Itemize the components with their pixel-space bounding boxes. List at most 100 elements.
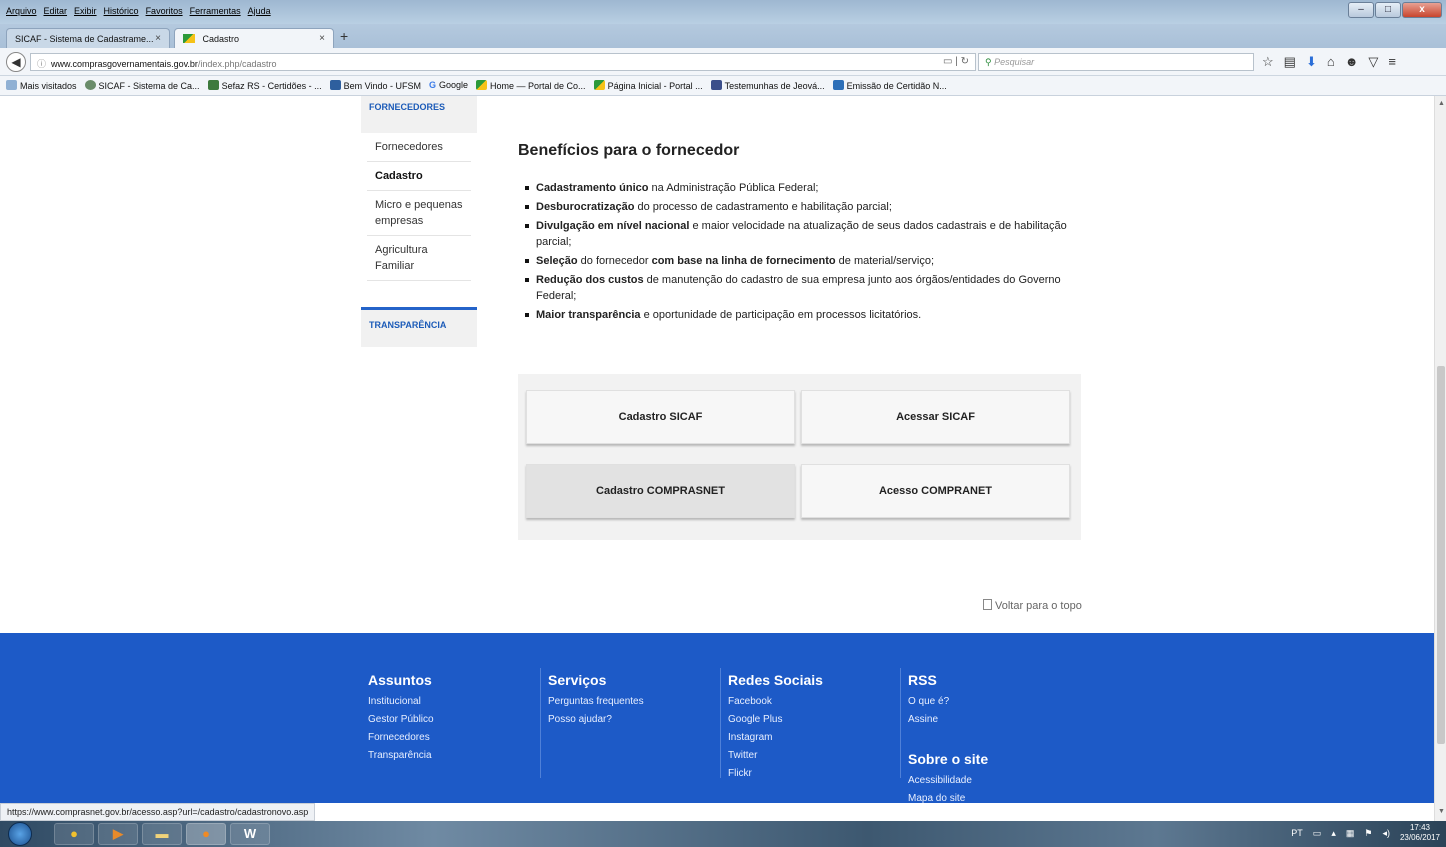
- menu-hamburger-icon[interactable]: ≡: [1388, 54, 1396, 70]
- cadastro-sicaf-button[interactable]: Cadastro SICAF: [526, 390, 795, 444]
- benefit-bold: Desburocratização: [536, 201, 635, 213]
- benefit-text: na Administração Pública Federal;: [648, 182, 819, 194]
- footer-link-fornecedores[interactable]: Fornecedores: [368, 729, 434, 747]
- keyboard-icon[interactable]: ▭: [1313, 828, 1322, 839]
- footer-servicos: Serviços Perguntas frequentes Posso ajud…: [548, 672, 644, 729]
- clock[interactable]: 17:43 23/06/2017: [1400, 823, 1440, 843]
- footer-link-acessibilidade[interactable]: Acessibilidade: [908, 772, 988, 790]
- network-icon[interactable]: ▦: [1346, 828, 1355, 839]
- minimize-button[interactable]: –: [1348, 2, 1374, 18]
- bookmark-mais-visitados[interactable]: Mais visitados: [6, 80, 77, 91]
- footer-link-twitter[interactable]: Twitter: [728, 747, 823, 765]
- footer-sobre: Sobre o site Acessibilidade Mapa do site: [908, 751, 988, 803]
- download-icon[interactable]: ⬇: [1306, 54, 1317, 70]
- cadastro-comprasnet-button[interactable]: Cadastro COMPRASNET: [526, 464, 795, 518]
- back-arrow-icon[interactable]: ◀: [6, 52, 26, 72]
- footer-link-posso-ajudar[interactable]: Posso ajudar?: [548, 711, 644, 729]
- footer-heading: Assuntos: [368, 672, 432, 688]
- bookmark-label: Testemunhas de Jeová...: [724, 81, 825, 91]
- sidebar-header[interactable]: FORNECEDORES: [361, 96, 477, 133]
- tab-label: Cadastro: [202, 34, 240, 44]
- benefit-bold: Cadastramento único: [536, 182, 649, 194]
- footer-link-transparencia[interactable]: Transparência: [368, 747, 434, 765]
- tab-cadastro[interactable]: Cadastro ×: [174, 28, 334, 48]
- pocket-icon[interactable]: ▽: [1368, 54, 1378, 70]
- footer-link-perguntas[interactable]: Perguntas frequentes: [548, 693, 644, 711]
- close-tab-icon[interactable]: ×: [155, 33, 161, 44]
- maximize-button[interactable]: □: [1375, 2, 1401, 18]
- footer-rss: RSS O que é? Assine: [908, 672, 949, 729]
- info-icon[interactable]: ⓘ: [37, 59, 46, 69]
- clock-time: 17:43: [1409, 823, 1430, 832]
- footer-link-institucional[interactable]: Institucional: [368, 693, 434, 711]
- home-icon[interactable]: ⌂: [1327, 54, 1335, 70]
- footer-divider: [900, 668, 901, 778]
- bookmark-sefaz[interactable]: Sefaz RS - Certidões - ...: [207, 80, 322, 91]
- firefox-app-icon[interactable]: ●: [186, 823, 226, 845]
- menu-ajuda[interactable]: Ajuda: [248, 6, 271, 16]
- bookmark-jw[interactable]: Testemunhas de Jeová...: [710, 80, 825, 91]
- word-app-icon[interactable]: W: [230, 823, 270, 845]
- flag-icon[interactable]: ⚑: [1364, 828, 1372, 839]
- sidebar-transparencia[interactable]: TRANSPARÊNCIA: [361, 307, 477, 347]
- footer-link-facebook[interactable]: Facebook: [728, 693, 823, 711]
- volume-icon[interactable]: ◂): [1382, 828, 1390, 839]
- close-tab-icon[interactable]: ×: [319, 33, 325, 44]
- menu-favoritos[interactable]: Favoritos: [146, 6, 183, 16]
- sidebar-item-cadastro[interactable]: Cadastro: [367, 162, 471, 191]
- bookmark-label: Sefaz RS - Certidões - ...: [221, 81, 322, 91]
- new-tab-button[interactable]: +: [340, 28, 348, 44]
- close-window-button[interactable]: x: [1402, 2, 1442, 18]
- chrome-app-icon[interactable]: ●: [54, 823, 94, 845]
- gov-favicon-icon: [593, 80, 605, 90]
- benefit-bold: Seleção: [536, 255, 578, 267]
- tab-sicaf[interactable]: SICAF - Sistema de Cadastrame... ×: [6, 28, 170, 48]
- sidebar-item-micro-pequenas[interactable]: Micro e pequenas empresas: [367, 191, 471, 236]
- footer-link-flickr[interactable]: Flickr: [728, 765, 823, 783]
- tray-expand-icon[interactable]: ▴: [1331, 828, 1336, 839]
- benefit-bold: Redução dos custos: [536, 274, 644, 286]
- footer-link-instagram[interactable]: Instagram: [728, 729, 823, 747]
- menu-editar[interactable]: Editar: [44, 6, 68, 16]
- bookmark-pagina-inicial[interactable]: Página Inicial - Portal ...: [593, 80, 703, 91]
- menu-historico[interactable]: Histórico: [104, 6, 139, 16]
- scroll-down-icon[interactable]: ▼: [1438, 808, 1445, 815]
- bookmarks-list-icon[interactable]: ▤: [1284, 54, 1296, 70]
- sidebar-item-fornecedores[interactable]: Fornecedores: [367, 133, 471, 162]
- reload-icon[interactable]: ▭ | ↻: [943, 56, 969, 67]
- menu-ferramentas[interactable]: Ferramentas: [190, 6, 241, 16]
- menu-exibir[interactable]: Exibir: [74, 6, 97, 16]
- vertical-scrollbar[interactable]: ▲ ▼: [1434, 96, 1446, 821]
- scroll-up-icon[interactable]: ▲: [1438, 100, 1445, 107]
- footer-link-gestor[interactable]: Gestor Público: [368, 711, 434, 729]
- explorer-folder-icon[interactable]: ▬: [142, 823, 182, 845]
- menu-arquivo[interactable]: Arquivo: [6, 6, 37, 16]
- start-button[interactable]: [8, 822, 32, 846]
- bookmark-star-icon[interactable]: ☆: [1262, 54, 1274, 70]
- bookmark-google[interactable]: G Google: [429, 80, 468, 91]
- bookmark-home-portal[interactable]: Home — Portal de Co...: [476, 80, 586, 91]
- media-player-icon[interactable]: ▶: [98, 823, 138, 845]
- language-indicator[interactable]: PT: [1291, 828, 1303, 838]
- footer-link-mapa[interactable]: Mapa do site: [908, 790, 988, 803]
- footer-heading: RSS: [908, 672, 937, 688]
- sidebar: FORNECEDORES Fornecedores Cadastro Micro…: [361, 96, 477, 347]
- chat-icon[interactable]: ☻: [1345, 54, 1359, 70]
- back-to-top-label: Voltar para o topo: [995, 600, 1082, 612]
- google-icon: G: [428, 80, 436, 90]
- sidebar-item-agricultura[interactable]: Agricultura Familiar: [367, 236, 471, 281]
- bookmark-sicaf[interactable]: SICAF - Sistema de Ca...: [84, 80, 200, 91]
- bookmark-label: Google: [438, 80, 469, 90]
- tab-bar: SICAF - Sistema de Cadastrame... × Cadas…: [0, 24, 1446, 48]
- acessar-sicaf-button[interactable]: Acessar SICAF: [801, 390, 1070, 444]
- search-input[interactable]: ⚲ Pesquisar: [978, 53, 1254, 71]
- back-to-top-link[interactable]: Voltar para o topo: [983, 599, 1082, 612]
- bookmark-certidao[interactable]: Emissão de Certidão N...: [832, 80, 947, 91]
- footer-link-google-plus[interactable]: Google Plus: [728, 711, 823, 729]
- acesso-compranet-button[interactable]: Acesso COMPRANET: [801, 464, 1070, 518]
- address-bar[interactable]: ⓘ www.comprasgovernamentais.gov.br/index.…: [30, 53, 976, 71]
- footer-link-assine[interactable]: Assine: [908, 711, 949, 729]
- bookmark-ufsm[interactable]: Bem Vindo - UFSM: [329, 80, 421, 91]
- footer-link-o-que-e[interactable]: O que é?: [908, 693, 949, 711]
- scrollbar-thumb[interactable]: [1437, 366, 1445, 744]
